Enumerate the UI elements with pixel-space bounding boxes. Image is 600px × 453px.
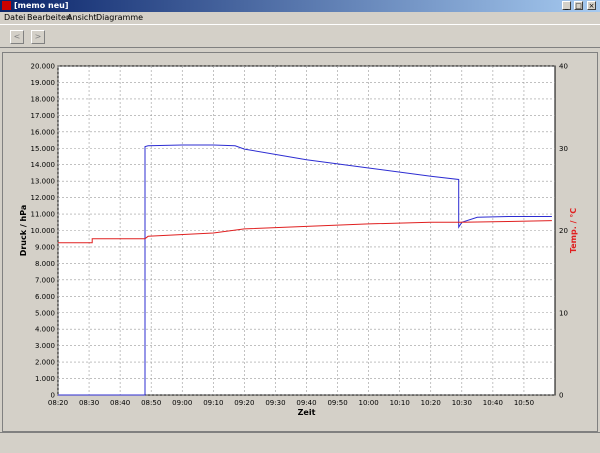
app-icon (2, 1, 11, 10)
x-tick-label: 10:40 (483, 399, 503, 407)
y-tick-label: 9.000 (35, 243, 55, 251)
y-tick-label: 3.000 (35, 342, 55, 350)
y-tick-label: 18.000 (31, 95, 56, 103)
x-tick-label: 09:30 (265, 399, 285, 407)
y2-tick-label: 20 (559, 227, 568, 235)
y2-tick-label: 30 (559, 145, 568, 153)
menu-datei[interactable]: Datei (4, 12, 25, 24)
maximize-button[interactable]: □ (574, 1, 583, 10)
menu-ansicht[interactable]: Ansicht (67, 12, 97, 24)
x-tick-label: 10:10 (390, 399, 410, 407)
x-tick-label: 09:20 (234, 399, 254, 407)
menu-bar: Datei Bearbeiten Ansicht Diagramme (0, 12, 600, 24)
chart: 08:20 08:30 08:40 08:50 09:00 09:10 09:20 09:30… (19, 63, 578, 418)
x-tick-label: 09:40 (296, 399, 316, 407)
close-button[interactable]: × (587, 1, 596, 10)
forward-button[interactable]: > (31, 30, 45, 44)
window-title: [memo neu] (14, 1, 69, 10)
x-tick-label: 08:20 (48, 399, 68, 407)
toolbar: < > (0, 24, 600, 48)
y2-tick-label: 10 (559, 309, 568, 317)
y-tick-label: 1.000 (35, 375, 55, 383)
y-tick-label: 17.000 (31, 112, 56, 120)
y-axis-label: Druck / hPa (19, 205, 28, 257)
status-bar (0, 432, 600, 453)
y2-axis-label: Temp. / °C (569, 208, 578, 253)
x-tick-label: 10:00 (359, 399, 379, 407)
x-tick-label: 10:30 (452, 399, 472, 407)
y-tick-label: 13.000 (31, 178, 56, 186)
y-tick-label: 12.000 (31, 194, 56, 202)
y-tick-label: 6.000 (35, 293, 55, 301)
y2-tick-label: 0 (559, 392, 563, 400)
back-button[interactable]: < (10, 30, 24, 44)
y-tick-label: 15.000 (31, 145, 56, 153)
x-tick-label: 08:30 (79, 399, 99, 407)
y-tick-label: 5.000 (35, 309, 55, 317)
x-tick-label: 10:50 (514, 399, 534, 407)
y-tick-label: 11.000 (31, 211, 56, 219)
y-tick-label: 7.000 (35, 276, 55, 284)
y-tick-label: 19.000 (31, 79, 56, 87)
x-tick-label: 10:20 (421, 399, 441, 407)
y-tick-label: 10.000 (31, 227, 56, 235)
y-tick-label: 14.000 (31, 161, 56, 169)
x-tick-label: 09:00 (172, 399, 192, 407)
x-tick-label: 08:50 (141, 399, 161, 407)
y-tick-label: 0 (51, 392, 55, 400)
x-tick-label: 09:50 (327, 399, 347, 407)
y-tick-label: 8.000 (35, 260, 55, 268)
y-tick-label: 2.000 (35, 359, 55, 367)
chart-panel: 08:20 08:30 08:40 08:50 09:00 09:10 09:20 09:30… (2, 52, 598, 432)
y-tick-label: 16.000 (31, 128, 56, 136)
y-tick-label: 20.000 (31, 63, 56, 71)
menu-bearbeiten[interactable]: Bearbeiten (27, 12, 71, 24)
y2-tick-label: 40 (559, 63, 568, 71)
y-tick-label: 4.000 (35, 326, 55, 334)
title-bar: [memo neu] _ □ × (0, 0, 600, 12)
x-axis-label: Zeit (298, 408, 316, 417)
menu-diagramme[interactable]: Diagramme (96, 12, 143, 24)
x-tick-label: 08:40 (110, 399, 130, 407)
x-tick-label: 09:10 (203, 399, 223, 407)
minimize-button[interactable]: _ (562, 1, 571, 10)
